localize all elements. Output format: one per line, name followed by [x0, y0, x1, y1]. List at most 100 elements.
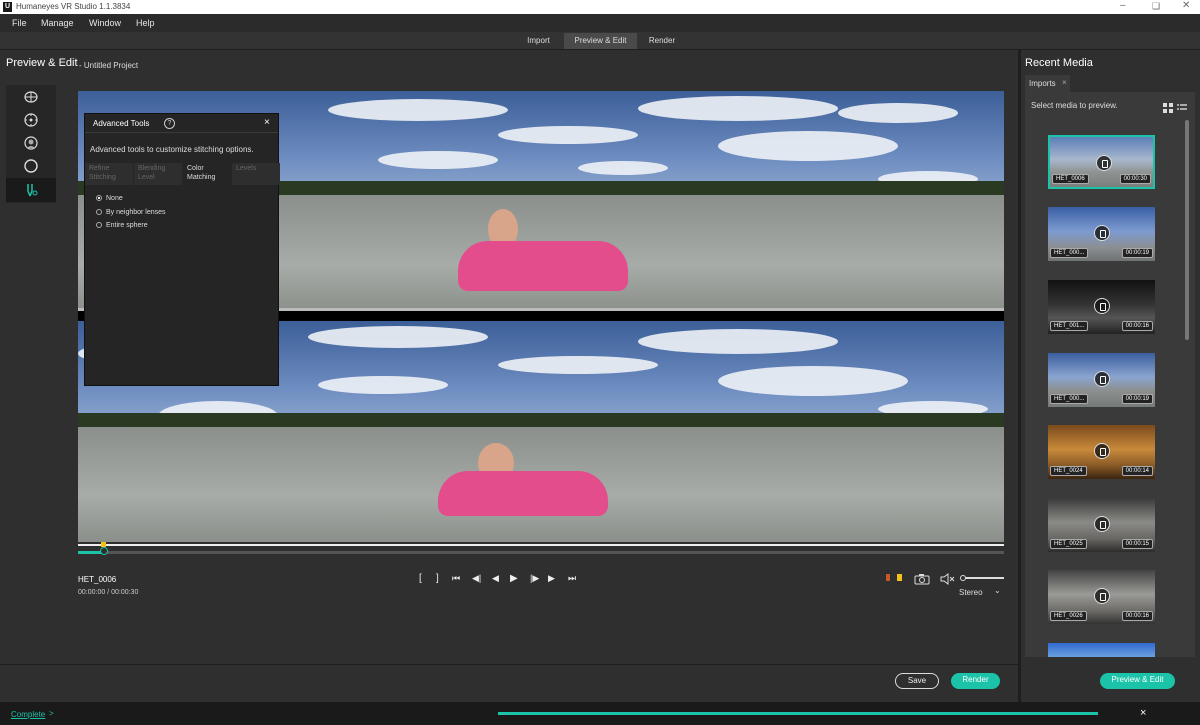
- advanced-tools-header: Advanced Tools ? ×: [85, 114, 278, 133]
- save-button[interactable]: Save: [895, 673, 939, 689]
- stereo-camera-icon: [1094, 443, 1110, 459]
- close-icon[interactable]: ×: [264, 117, 270, 128]
- media-thumbnail[interactable]: HET_0026 00:00:16: [1048, 570, 1155, 624]
- media-thumbnail[interactable]: HET_0006 00:00:30: [1048, 135, 1155, 189]
- media-thumbnail[interactable]: [1048, 643, 1155, 657]
- camera-icon[interactable]: [914, 572, 930, 585]
- menu-help[interactable]: Help: [136, 18, 155, 28]
- thumbnail-duration: 00:00:30: [1119, 174, 1151, 184]
- tool-rail: [6, 85, 56, 203]
- window-title: Humaneyes VR Studio 1.1.3834: [16, 2, 131, 11]
- thumbnail-name: HET_001...: [1050, 321, 1089, 331]
- app-logo: U: [3, 2, 12, 12]
- thumbnail-duration: 00:00:19: [1121, 394, 1153, 404]
- mark-out-icon[interactable]: ]: [436, 573, 439, 584]
- seek-track: [78, 551, 1004, 554]
- help-icon[interactable]: ?: [164, 118, 175, 129]
- stereo-camera-icon: [1096, 155, 1112, 171]
- maximize-icon[interactable]: ❑: [1152, 1, 1160, 12]
- recent-media-heading: Recent Media: [1025, 57, 1093, 69]
- view-mode-select[interactable]: Stereo: [959, 588, 983, 597]
- seek-handle[interactable]: [100, 547, 108, 555]
- tab-render[interactable]: Render: [640, 33, 684, 49]
- frame-back-icon[interactable]: ◀: [492, 573, 499, 584]
- target-icon[interactable]: [24, 113, 38, 127]
- title-bar: U Humaneyes VR Studio 1.1.3834 – ❑ ✕: [0, 0, 1200, 14]
- marker-flag-icon[interactable]: [886, 574, 890, 581]
- radio-selected-icon: [96, 195, 102, 201]
- tab-imports[interactable]: Imports ×: [1025, 75, 1070, 92]
- status-complete-link[interactable]: Complete: [11, 710, 45, 719]
- volume-handle[interactable]: [960, 575, 966, 581]
- advanced-tools-button[interactable]: [6, 178, 56, 202]
- chevron-down-icon[interactable]: ⌄: [994, 586, 1001, 595]
- skip-end-icon[interactable]: ⏭: [568, 573, 576, 584]
- marker-in[interactable]: [101, 542, 106, 547]
- media-thumbnail[interactable]: HET_0024 00:00:14: [1048, 425, 1155, 479]
- timeline[interactable]: [78, 542, 1004, 560]
- option-label: None: [106, 195, 123, 202]
- frame-forward-icon[interactable]: |▶: [530, 573, 539, 584]
- stitch-lens-icon[interactable]: [24, 90, 38, 104]
- menu-file[interactable]: File: [12, 18, 27, 28]
- minimize-icon[interactable]: –: [1120, 0, 1126, 11]
- thumbnail-duration: 00:00:15: [1121, 539, 1153, 549]
- tab-color-matching[interactable]: Color Matching: [183, 163, 231, 185]
- media-thumbnail[interactable]: HET_001... 00:00:16: [1048, 280, 1155, 334]
- play-icon[interactable]: ▶: [510, 573, 518, 584]
- menu-window[interactable]: Window: [89, 18, 121, 28]
- face-icon[interactable]: [24, 136, 38, 150]
- media-thumbnail[interactable]: HET_0025 00:00:15: [1048, 498, 1155, 552]
- media-thumbnail[interactable]: HET_000... 00:00:19: [1048, 207, 1155, 261]
- thumbnail-name: HET_0024: [1050, 466, 1087, 476]
- skip-start-icon[interactable]: ⏮: [452, 573, 460, 584]
- advanced-tools-title: Advanced Tools: [93, 119, 150, 128]
- preview-edit-button[interactable]: Preview & Edit: [1100, 673, 1175, 689]
- mark-in-icon[interactable]: [: [419, 573, 422, 584]
- tab-close-icon[interactable]: ×: [1062, 78, 1067, 87]
- stereo-camera-icon: [1094, 516, 1110, 532]
- scrollbar[interactable]: [1185, 120, 1189, 340]
- thumbnail-duration: 00:00:16: [1121, 611, 1153, 621]
- thumbnail-name: HET_000...: [1050, 248, 1089, 258]
- volume-slider[interactable]: [962, 577, 1004, 579]
- thumbnail-name: HET_0026: [1050, 611, 1087, 621]
- advanced-tools-panel: Advanced Tools ? × Advanced tools to cus…: [84, 113, 280, 386]
- option-label: Entire sphere: [106, 222, 148, 229]
- mute-icon[interactable]: [940, 572, 956, 585]
- grid-view-icon[interactable]: [1163, 100, 1173, 113]
- step-back-icon[interactable]: ◀|: [472, 573, 481, 584]
- close-window-icon[interactable]: ✕: [1182, 0, 1190, 11]
- clip-name: HET_0006: [78, 575, 117, 584]
- stereo-camera-icon: [1094, 225, 1110, 241]
- thumbnail-name: HET_000...: [1050, 394, 1089, 404]
- option-neighbor-lenses[interactable]: By neighbor lenses: [96, 209, 166, 216]
- stereo-camera-icon: [1094, 371, 1110, 387]
- media-hint: Select media to preview.: [1031, 101, 1118, 110]
- tab-preview-edit[interactable]: Preview & Edit: [564, 33, 637, 49]
- thumbnail-duration: 00:00:16: [1121, 321, 1153, 331]
- tab-imports-label: Imports: [1029, 79, 1056, 88]
- media-thumbnail[interactable]: HET_000... 00:00:19: [1048, 353, 1155, 407]
- step-forward-icon[interactable]: ▶: [548, 573, 555, 584]
- thumbnail-duration: 00:00:19: [1121, 248, 1153, 258]
- tab-refine-stitching[interactable]: Refine Stitching: [85, 163, 133, 185]
- stereo-camera-icon: [1094, 298, 1110, 314]
- dismiss-icon[interactable]: ×: [1140, 707, 1146, 719]
- render-button[interactable]: Render: [951, 673, 1000, 689]
- tab-levels[interactable]: Levels: [232, 163, 280, 185]
- timecode: 00:00:00 / 00:00:30: [78, 589, 139, 596]
- tab-blending-level[interactable]: Blending Level: [134, 163, 182, 185]
- stereo-camera-icon: [1094, 588, 1110, 604]
- option-label: By neighbor lenses: [106, 209, 166, 216]
- chevron-right-icon[interactable]: >: [49, 709, 54, 718]
- marker-flag-icon[interactable]: [897, 574, 902, 581]
- list-view-icon[interactable]: [1177, 100, 1187, 110]
- sphere-icon[interactable]: [24, 159, 38, 173]
- menu-manage[interactable]: Manage: [41, 18, 74, 28]
- option-none[interactable]: None: [96, 195, 123, 202]
- thumbnail-duration: 00:00:14: [1121, 466, 1153, 476]
- mode-tabs: Import Preview & Edit Render: [0, 32, 1200, 49]
- option-entire-sphere[interactable]: Entire sphere: [96, 222, 148, 229]
- tab-import[interactable]: Import: [516, 33, 561, 49]
